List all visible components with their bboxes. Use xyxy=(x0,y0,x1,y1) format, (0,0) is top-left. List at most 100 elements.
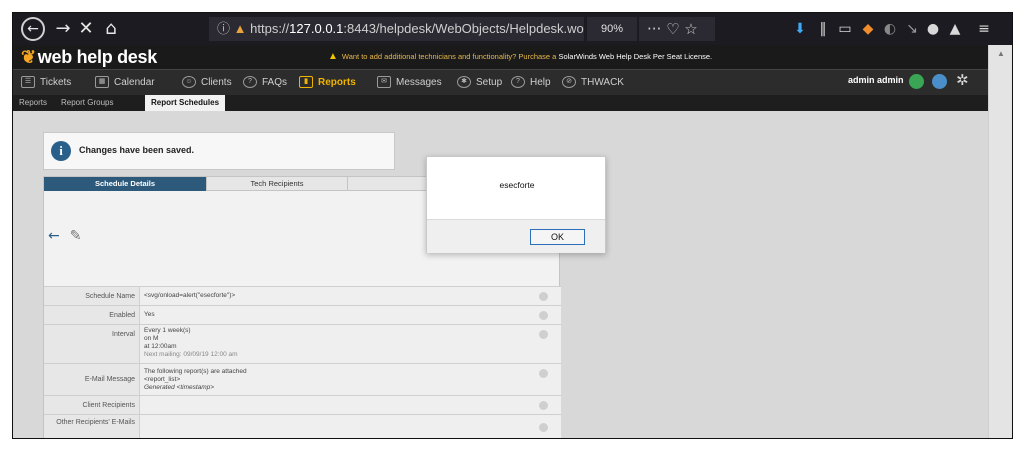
schedule-name-value: <svg/onload=alert("esecforte")> xyxy=(144,292,236,299)
promo-text: Want to add additional technicians and f… xyxy=(341,52,559,61)
extension-icon[interactable]: ◐ xyxy=(881,19,899,39)
edit-pencil-icon[interactable]: ✎ xyxy=(70,228,82,244)
logo[interactable]: ❦ web help desk xyxy=(21,47,157,68)
alert-dialog: esecforte OK xyxy=(426,156,606,253)
nav-messages[interactable]: ✉ Messages xyxy=(377,76,442,90)
interval-line: at 12:00am xyxy=(144,343,177,350)
help-icon[interactable] xyxy=(539,330,548,339)
user-avatar-icon[interactable] xyxy=(932,74,947,89)
promo-product[interactable]: SolarWinds Web Help Desk Per Seat Licens… xyxy=(558,52,712,61)
help-icon[interactable] xyxy=(539,311,548,320)
email-message-value: The following report(s) are attached <re… xyxy=(144,368,247,392)
library-icon[interactable]: ‖ xyxy=(814,19,832,39)
forward-icon[interactable]: → xyxy=(53,19,73,39)
sidebar-icon[interactable]: ▭ xyxy=(836,19,854,39)
tab-schedule-details[interactable]: Schedule Details xyxy=(44,177,207,191)
interval-line: Every 1 week(s) xyxy=(144,327,191,334)
tab-report-schedules[interactable]: Report Schedules xyxy=(145,95,226,111)
back-arrow-icon[interactable]: ← xyxy=(48,228,60,244)
scroll-up-icon[interactable]: ▲ xyxy=(997,49,1005,58)
scrollbar[interactable]: ▲ xyxy=(988,45,1012,438)
extension-arrow-icon[interactable]: ↘ xyxy=(903,19,921,39)
lock-warning-icon[interactable]: ▲ xyxy=(234,21,247,36)
nav-setup[interactable]: ✱ Setup xyxy=(457,76,502,90)
notice-text: Changes have been saved. xyxy=(79,145,195,155)
gear-icon[interactable]: ✲ xyxy=(956,71,969,89)
browser-toolbar: ← → ✕ ⌂ ⓘ ▲ https://127.0.0.1:8443/helpd… xyxy=(13,13,1012,45)
nav-label: Setup xyxy=(476,77,503,88)
account-icon[interactable]: ● xyxy=(924,19,942,39)
nav-label: Tickets xyxy=(40,77,72,88)
help-icon[interactable] xyxy=(539,369,548,378)
nav-tickets[interactable]: ☰ Tickets xyxy=(21,76,71,90)
schedule-details: Schedule Name <svg/onload=alert("esecfor… xyxy=(44,286,561,438)
help-icon[interactable] xyxy=(539,292,548,301)
panel-toolbar: ← ✎ xyxy=(48,228,91,244)
help-icon[interactable] xyxy=(539,401,548,410)
detail-row: Other Recipients' E-Mails xyxy=(44,414,561,438)
nav-label: THWACK xyxy=(581,77,624,88)
tab-report-groups[interactable]: Report Groups xyxy=(55,95,119,111)
home-icon[interactable]: ⌂ xyxy=(101,19,121,39)
envelope-icon: ✉ xyxy=(377,76,391,89)
detail-label: Client Recipients xyxy=(44,396,140,414)
interval-value: Every 1 week(s) on M at 12:00am Next mai… xyxy=(144,327,238,359)
thwack-icon: ⊘ xyxy=(562,76,576,89)
close-icon[interactable]: ✕ xyxy=(76,19,96,39)
nav-label: Calendar xyxy=(114,77,155,88)
enabled-value: Yes xyxy=(144,311,155,318)
browser-window: ← → ✕ ⌂ ⓘ ▲ https://127.0.0.1:8443/helpd… xyxy=(12,12,1013,439)
extension-hat-icon[interactable]: ▲ xyxy=(946,19,964,39)
url-scheme: https:// xyxy=(250,21,290,36)
nav-calendar[interactable]: ▦ Calendar xyxy=(95,76,155,90)
nav-clients[interactable]: ☺ Clients xyxy=(182,76,232,90)
nav-label: Help xyxy=(530,77,551,88)
menu-icon[interactable]: ≡ xyxy=(975,19,993,39)
download-icon[interactable]: ⬇ xyxy=(791,19,809,39)
detail-row: Interval Every 1 week(s) on M at 12:00am… xyxy=(44,324,561,363)
email-line: The following report(s) are attached xyxy=(144,368,247,375)
status-icon[interactable] xyxy=(909,74,924,89)
list-icon: ☰ xyxy=(21,76,35,89)
info-icon[interactable]: ⓘ xyxy=(217,21,230,36)
nav-label: FAQs xyxy=(262,77,288,88)
extension-fox-icon[interactable]: ◆ xyxy=(859,19,877,39)
detail-row: Schedule Name <svg/onload=alert("esecfor… xyxy=(44,286,561,305)
tab-tech-recipients[interactable]: Tech Recipients xyxy=(207,177,348,191)
address-bar[interactable]: ⓘ ▲ https://127.0.0.1:8443/helpdesk/WebO… xyxy=(209,17,584,41)
email-line: Generated <timestamp> xyxy=(144,384,215,391)
tab-reports[interactable]: Reports xyxy=(13,95,53,111)
nav-faqs[interactable]: ? FAQs xyxy=(243,76,287,90)
info-circle-icon: i xyxy=(51,141,71,161)
nav-label: Reports xyxy=(318,77,356,88)
next-mailing: Next mailing: 09/09/19 12:00 am xyxy=(144,351,238,358)
help-icon[interactable] xyxy=(539,423,548,432)
detail-row: E-Mail Message The following report(s) a… xyxy=(44,363,561,395)
url-host: 127.0.0.1 xyxy=(289,21,344,36)
alert-message: esecforte xyxy=(499,180,535,190)
warning-icon: ▲ xyxy=(328,51,338,62)
app-header: ❦ web help desk ▲ Want to add additional t… xyxy=(13,45,988,69)
detail-label: Schedule Name xyxy=(44,287,140,305)
success-notice: i Changes have been saved. xyxy=(43,132,395,170)
help-icon: ? xyxy=(511,76,525,89)
user-name[interactable]: admin admin xyxy=(848,75,904,85)
detail-row: Enabled Yes xyxy=(44,305,561,324)
url-path: :8443/helpdesk/WebObjects/Helpdesk.woa/w… xyxy=(343,21,584,36)
logo-mark-icon: ❦ xyxy=(21,47,36,67)
back-icon[interactable]: ← xyxy=(21,17,45,41)
ok-button[interactable]: OK xyxy=(530,229,585,245)
sub-tabs: Reports Report Groups Report Schedules xyxy=(13,95,988,111)
nav-thwack[interactable]: ⊘ THWACK xyxy=(562,76,624,90)
zoom-indicator[interactable]: 90% xyxy=(587,17,637,41)
detail-label: Other Recipients' E-Mails xyxy=(44,415,140,438)
logo-text: web help desk xyxy=(37,47,157,67)
email-line: <report_list> xyxy=(144,376,181,383)
detail-row: Client Recipients xyxy=(44,395,561,414)
promo-banner[interactable]: ▲ Want to add additional technicians and … xyxy=(328,51,712,62)
nav-reports[interactable]: ▮ Reports xyxy=(299,76,356,90)
client-icon: ☺ xyxy=(182,76,196,89)
nav-help[interactable]: ? Help xyxy=(511,76,551,90)
page-actions[interactable]: ··· ♡ ☆ xyxy=(639,17,715,41)
detail-label: Enabled xyxy=(44,306,140,324)
